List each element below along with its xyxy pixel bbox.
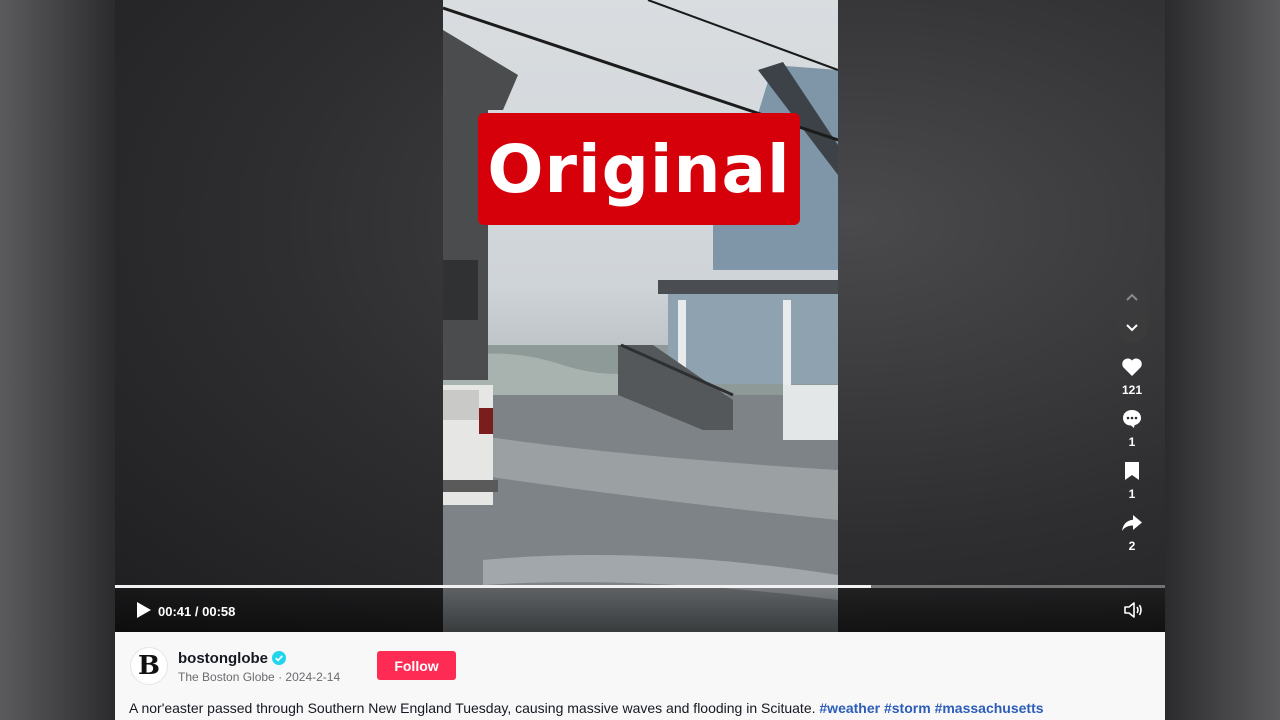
current-time: 00:41 (158, 604, 192, 619)
video-frame[interactable] (443, 0, 838, 632)
follow-button[interactable]: Follow (377, 651, 456, 680)
verified-badge-icon (272, 651, 286, 665)
avatar[interactable]: B (130, 647, 168, 685)
username[interactable]: bostonglobe (178, 650, 268, 667)
comment-icon[interactable] (1120, 407, 1144, 431)
caption-text: A nor'easter passed through Southern New… (129, 700, 816, 716)
play-icon[interactable] (133, 600, 153, 620)
original-label-badge: Original (478, 113, 800, 225)
hashtag-massachusetts[interactable]: #massachusetts (935, 700, 1044, 716)
hashtag-storm[interactable]: #storm (884, 700, 931, 716)
blurred-backdrop-left (0, 0, 115, 720)
video-player[interactable]: Original 121 1 1 2 00:41 / 00:58 (115, 0, 1165, 632)
author-subline: The Boston Globe · 2024-2-14 (178, 670, 340, 684)
blurred-backdrop-right (1165, 0, 1280, 720)
time-readout: 00:41 / 00:58 (158, 604, 235, 619)
save-count: 1 (1128, 487, 1136, 501)
player-controls: 00:41 / 00:58 (115, 588, 1165, 632)
chevron-down-icon[interactable] (1125, 323, 1139, 333)
side-action-bar: 121 1 1 2 (1117, 281, 1147, 561)
storm-scene-image (443, 0, 838, 632)
bookmark-icon[interactable] (1120, 459, 1144, 483)
share-icon[interactable] (1120, 511, 1144, 535)
hashtag-weather[interactable]: #weather (819, 700, 880, 716)
volume-icon[interactable] (1123, 601, 1143, 619)
share-count: 2 (1128, 539, 1136, 553)
video-navigation (1117, 281, 1147, 343)
chevron-up-icon[interactable] (1125, 292, 1139, 302)
duration: 00:58 (202, 604, 236, 619)
comment-count: 1 (1128, 435, 1136, 449)
heart-icon[interactable] (1120, 355, 1144, 379)
post-info-panel: B bostonglobe The Boston Globe · 2024-2-… (115, 632, 1165, 720)
display-name: The Boston Globe (178, 670, 275, 684)
post-caption: A nor'easter passed through Southern New… (129, 700, 1044, 716)
post-date: 2024-2-14 (285, 670, 341, 684)
like-count: 121 (1121, 383, 1143, 397)
